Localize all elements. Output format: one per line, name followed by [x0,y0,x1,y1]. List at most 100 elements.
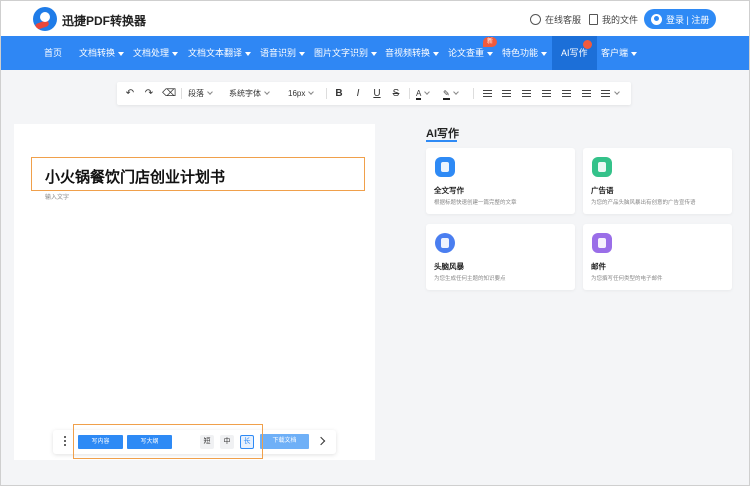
customer-service-label: 在线客服 [545,15,582,25]
ai-panel-heading: AI写作 [426,128,459,140]
chevron-down-icon [614,89,620,95]
main-nav: 首页 文档转换 文档处理 文档文本翻译 语音识别 图片文字识别 音视频转换 论文… [1,36,749,70]
nav-label: 文档处理 [133,48,170,58]
my-files-label: 我的文件 [602,15,639,25]
card-title: 全文写作 [434,186,464,195]
heading-underline [426,140,457,142]
my-files-link[interactable]: 我的文件 [589,13,638,26]
highlight-button[interactable]: ✎ [443,82,459,105]
nav-speech-recognition[interactable]: 语音识别 [260,36,306,70]
nav-label: 语音识别 [260,48,297,58]
card-description: 为您撰写任何类型的电子邮件 [591,276,663,282]
nav-label: 客户端 [601,48,629,58]
app-logo-icon [33,7,57,31]
chevron-down-icon [433,51,440,56]
paragraph-label: 段落 [188,89,204,98]
card-title: 广告语 [591,186,614,195]
nav-image-ocr[interactable]: 图片文字识别 [314,36,378,70]
align-justify-icon[interactable] [582,90,591,97]
chevron-down-icon [487,51,494,56]
underline-button[interactable]: U [371,82,383,105]
headset-icon [530,14,541,25]
app-window: 迅捷PDF转换器 在线客服 我的文件 登录 | 注册 首页 文档转换 文档处理 … [0,0,750,486]
nav-features[interactable]: 特色功能 [502,36,548,70]
card-email[interactable]: 邮件 为您撰写任何类型的电子邮件 [583,224,732,290]
chevron-down-icon [631,51,638,56]
nav-av-convert[interactable]: 音视频转换 [385,36,440,70]
editor-toolbar: ↶ ↷ ⌫ 段落 系统字体 16px B I U S A ✎ [117,82,631,105]
notification-dot [583,40,592,49]
line-height-icon[interactable] [601,90,610,97]
chevron-down-icon [299,51,306,56]
align-right-icon[interactable] [562,90,571,97]
title-highlight-box[interactable]: 小火锅餐饮门店创业计划书 [31,157,365,191]
chevron-down-icon [452,89,459,95]
font-select[interactable]: 系统字体 [229,82,270,105]
buttons-highlight-box [73,424,263,459]
chevron-down-icon [207,89,213,95]
align-left-icon[interactable] [522,90,531,97]
download-doc-button[interactable]: 下载文档 [260,434,309,449]
chevron-down-icon [118,51,125,56]
chevron-down-icon [541,51,548,56]
chevron-down-icon [424,89,431,95]
nav-label: AI写作 [561,48,588,58]
customer-service-link[interactable]: 在线客服 [530,13,581,26]
envelope-icon [592,233,612,253]
eraser-icon[interactable]: ⌫ [162,82,176,105]
login-register-button[interactable]: 登录 | 注册 [644,9,716,29]
font-color-button[interactable]: A [416,82,431,105]
align-center-icon[interactable] [542,90,551,97]
nav-doc-translate[interactable]: 文档文本翻译 [188,36,252,70]
card-brainstorm[interactable]: 头脑风暴 为您生成任何主题的知识要点 [426,224,575,290]
divider [181,88,182,99]
nav-label: 文档文本翻译 [188,48,243,58]
font-size-select[interactable]: 16px [288,82,315,105]
ad-icon [592,157,612,177]
chevron-down-icon [264,89,270,95]
login-label: 登录 | 注册 [666,14,710,25]
top-header: 迅捷PDF转换器 在线客服 我的文件 登录 | 注册 [1,1,749,36]
nav-doc-process[interactable]: 文档处理 [133,36,179,70]
chevron-down-icon [245,51,252,56]
divider [326,88,327,99]
card-description: 为您生成任何主题的知识要点 [434,276,506,282]
card-full-writing[interactable]: 全文写作 根据标题快速创建一篇完整的文章 [426,148,575,214]
nav-label: 特色功能 [502,48,539,58]
card-description: 为您的产品头脑风暴出有创意的广告宣传语 [591,200,696,206]
more-options-icon[interactable] [64,436,67,448]
strikethrough-button[interactable]: S [390,82,402,105]
card-title: 头脑风暴 [434,262,464,271]
nav-doc-convert[interactable]: 文档转换 [79,36,125,70]
undo-icon[interactable]: ↶ [124,82,136,105]
nav-label: 音视频转换 [385,48,431,58]
font-size-label: 16px [288,89,306,98]
chevron-down-icon [371,51,378,56]
font-label: 系统字体 [229,89,261,98]
card-description: 根据标题快速创建一篇完整的文章 [434,200,517,206]
redo-icon[interactable]: ↷ [143,82,155,105]
card-title: 邮件 [591,262,606,271]
nav-label: 图片文字识别 [314,48,369,58]
user-icon [651,13,662,25]
highlighter-icon: ✎ [443,89,450,100]
chevron-down-icon [172,51,179,56]
nav-home[interactable]: 首页 [44,36,62,70]
nav-label: 文档转换 [79,48,116,58]
indent-icon[interactable] [483,90,492,97]
outdent-icon[interactable] [502,90,511,97]
chevron-down-icon [308,89,315,95]
font-color-label: A [416,89,422,100]
body-input-placeholder[interactable]: 输入文字 [45,192,69,201]
app-title: 迅捷PDF转换器 [62,14,147,28]
document-title[interactable]: 小火锅餐饮门店创业计划书 [45,166,225,187]
bold-button[interactable]: B [333,82,345,105]
nav-client[interactable]: 客户端 [601,36,638,70]
line-height-dropdown[interactable] [611,82,620,105]
card-slogan[interactable]: 广告语 为您的产品头脑风暴出有创意的广告宣传语 [583,148,732,214]
italic-button[interactable]: I [352,82,364,105]
nav-label: 首页 [44,48,63,58]
paragraph-select[interactable]: 段落 [188,82,213,105]
document-pen-icon [435,157,455,177]
lightbulb-icon [435,233,455,253]
